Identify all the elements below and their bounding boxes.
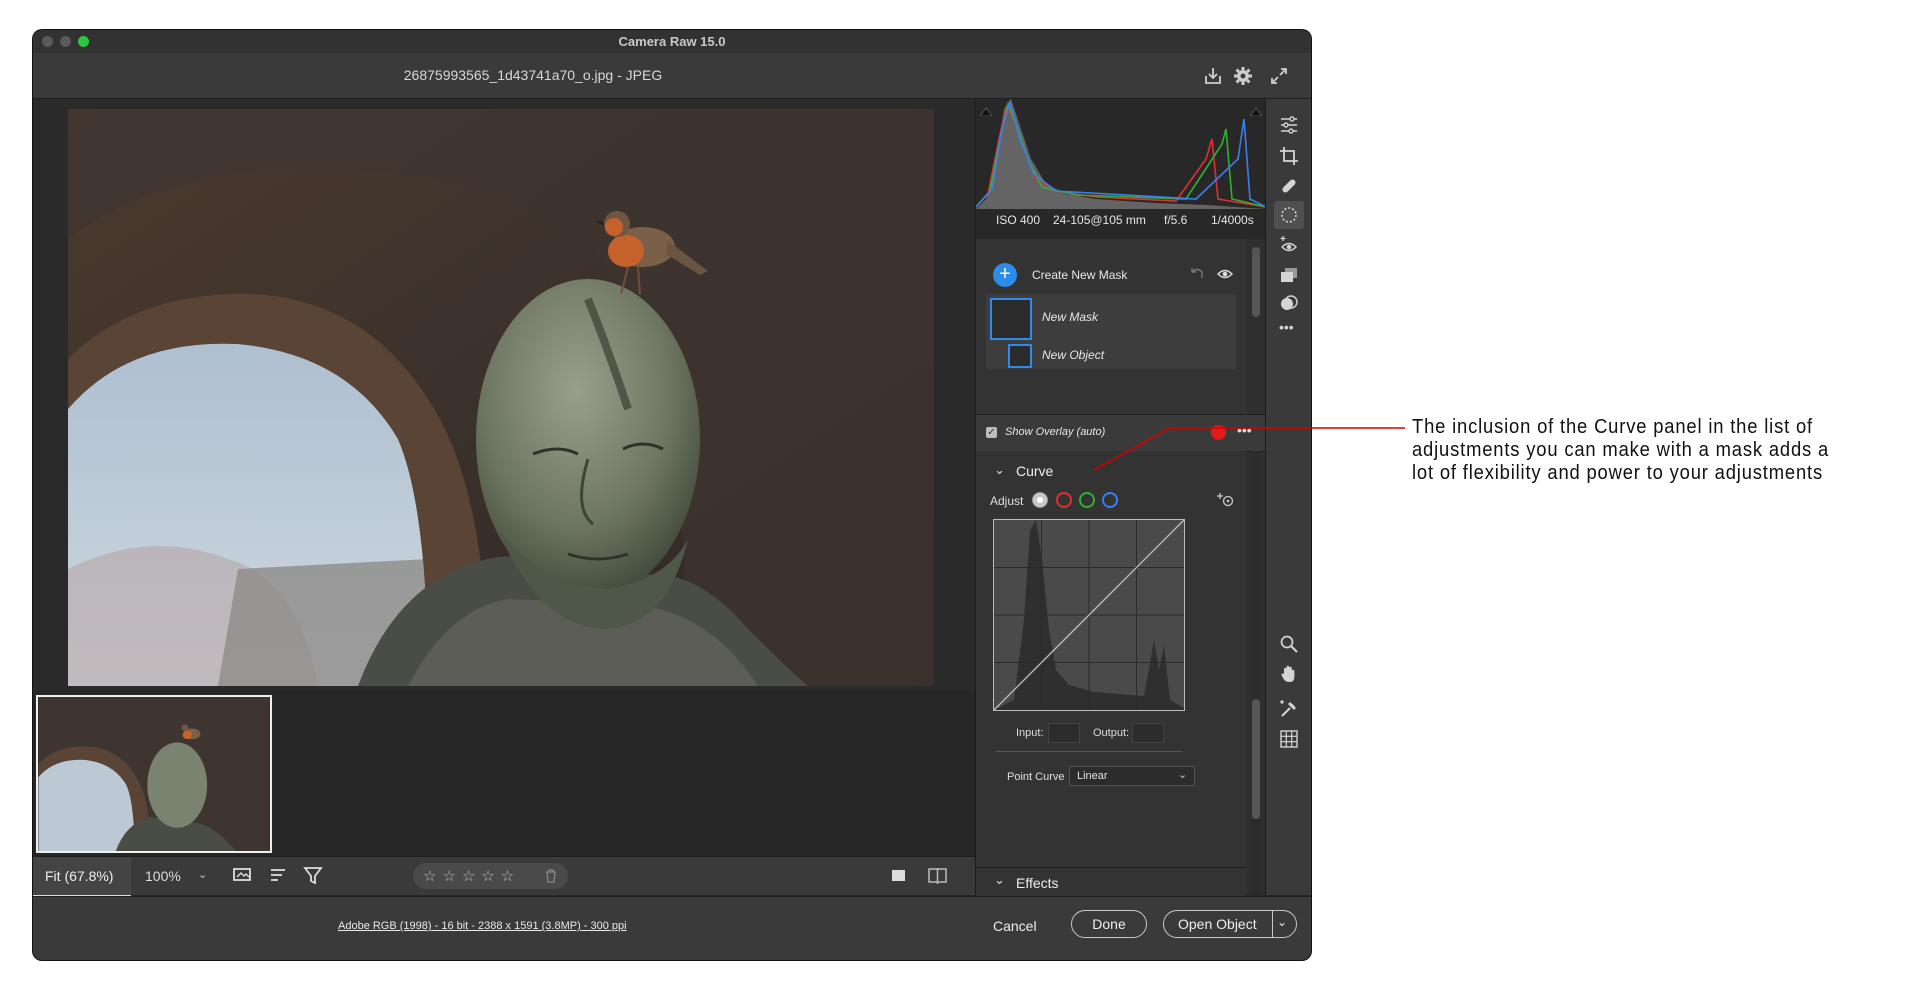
annotation-connector [1093, 427, 1405, 471]
annotation-text: The inclusion of the Curve panel in the … [1412, 416, 1830, 484]
